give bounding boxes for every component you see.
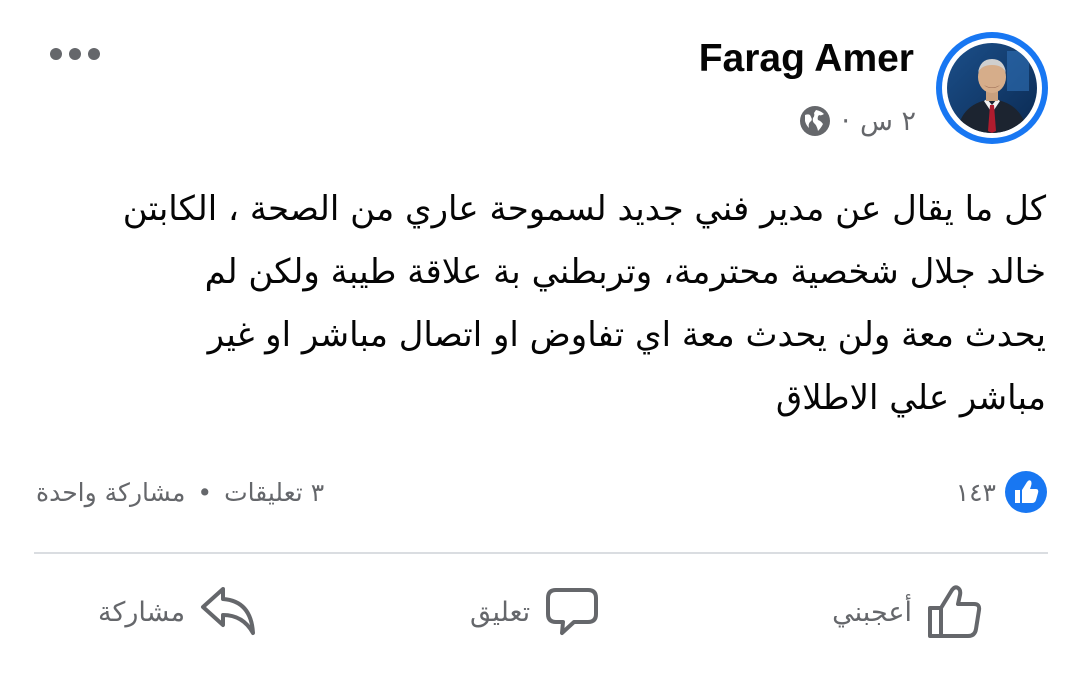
comment-button[interactable]: تعليق <box>470 580 600 644</box>
speech-bubble-icon <box>544 586 600 638</box>
author-name[interactable]: Farag Amer <box>699 34 914 84</box>
shares-count-link[interactable]: مشاركة واحدة <box>36 478 185 507</box>
like-count: ١٤٣ <box>955 477 996 507</box>
share-button[interactable]: مشاركة <box>98 580 257 644</box>
stats-bullet: • <box>197 477 213 507</box>
meta-separator: · <box>841 105 850 137</box>
engagement-summary: ٣ تعليقات • مشاركة واحدة <box>36 470 324 514</box>
comment-button-label: تعليق <box>470 596 531 628</box>
thumbs-up-icon <box>926 584 984 640</box>
globe-icon[interactable] <box>799 105 831 137</box>
post-timestamp[interactable]: ٢ س <box>860 106 916 137</box>
like-button-label: أعجبني <box>832 596 912 628</box>
post-meta: ٢ س · <box>799 101 916 141</box>
avatar-photo <box>947 43 1037 133</box>
menu-dot <box>69 48 81 60</box>
menu-dot <box>50 48 62 60</box>
more-options-icon[interactable] <box>50 44 100 64</box>
like-reaction-icon <box>1004 470 1048 514</box>
like-button[interactable]: أعجبني <box>832 580 984 644</box>
author-avatar[interactable] <box>936 32 1048 144</box>
reactions-summary[interactable]: ١٤٣ <box>956 470 1048 514</box>
share-arrow-icon <box>199 585 257 639</box>
comments-count-link[interactable]: ٣ تعليقات <box>224 478 324 507</box>
menu-dot <box>88 48 100 60</box>
divider <box>34 552 1048 554</box>
share-button-label: مشاركة <box>98 596 186 628</box>
post-body-text: كل ما يقال عن مدير فني جديد لسموحة عاري … <box>122 189 1046 418</box>
